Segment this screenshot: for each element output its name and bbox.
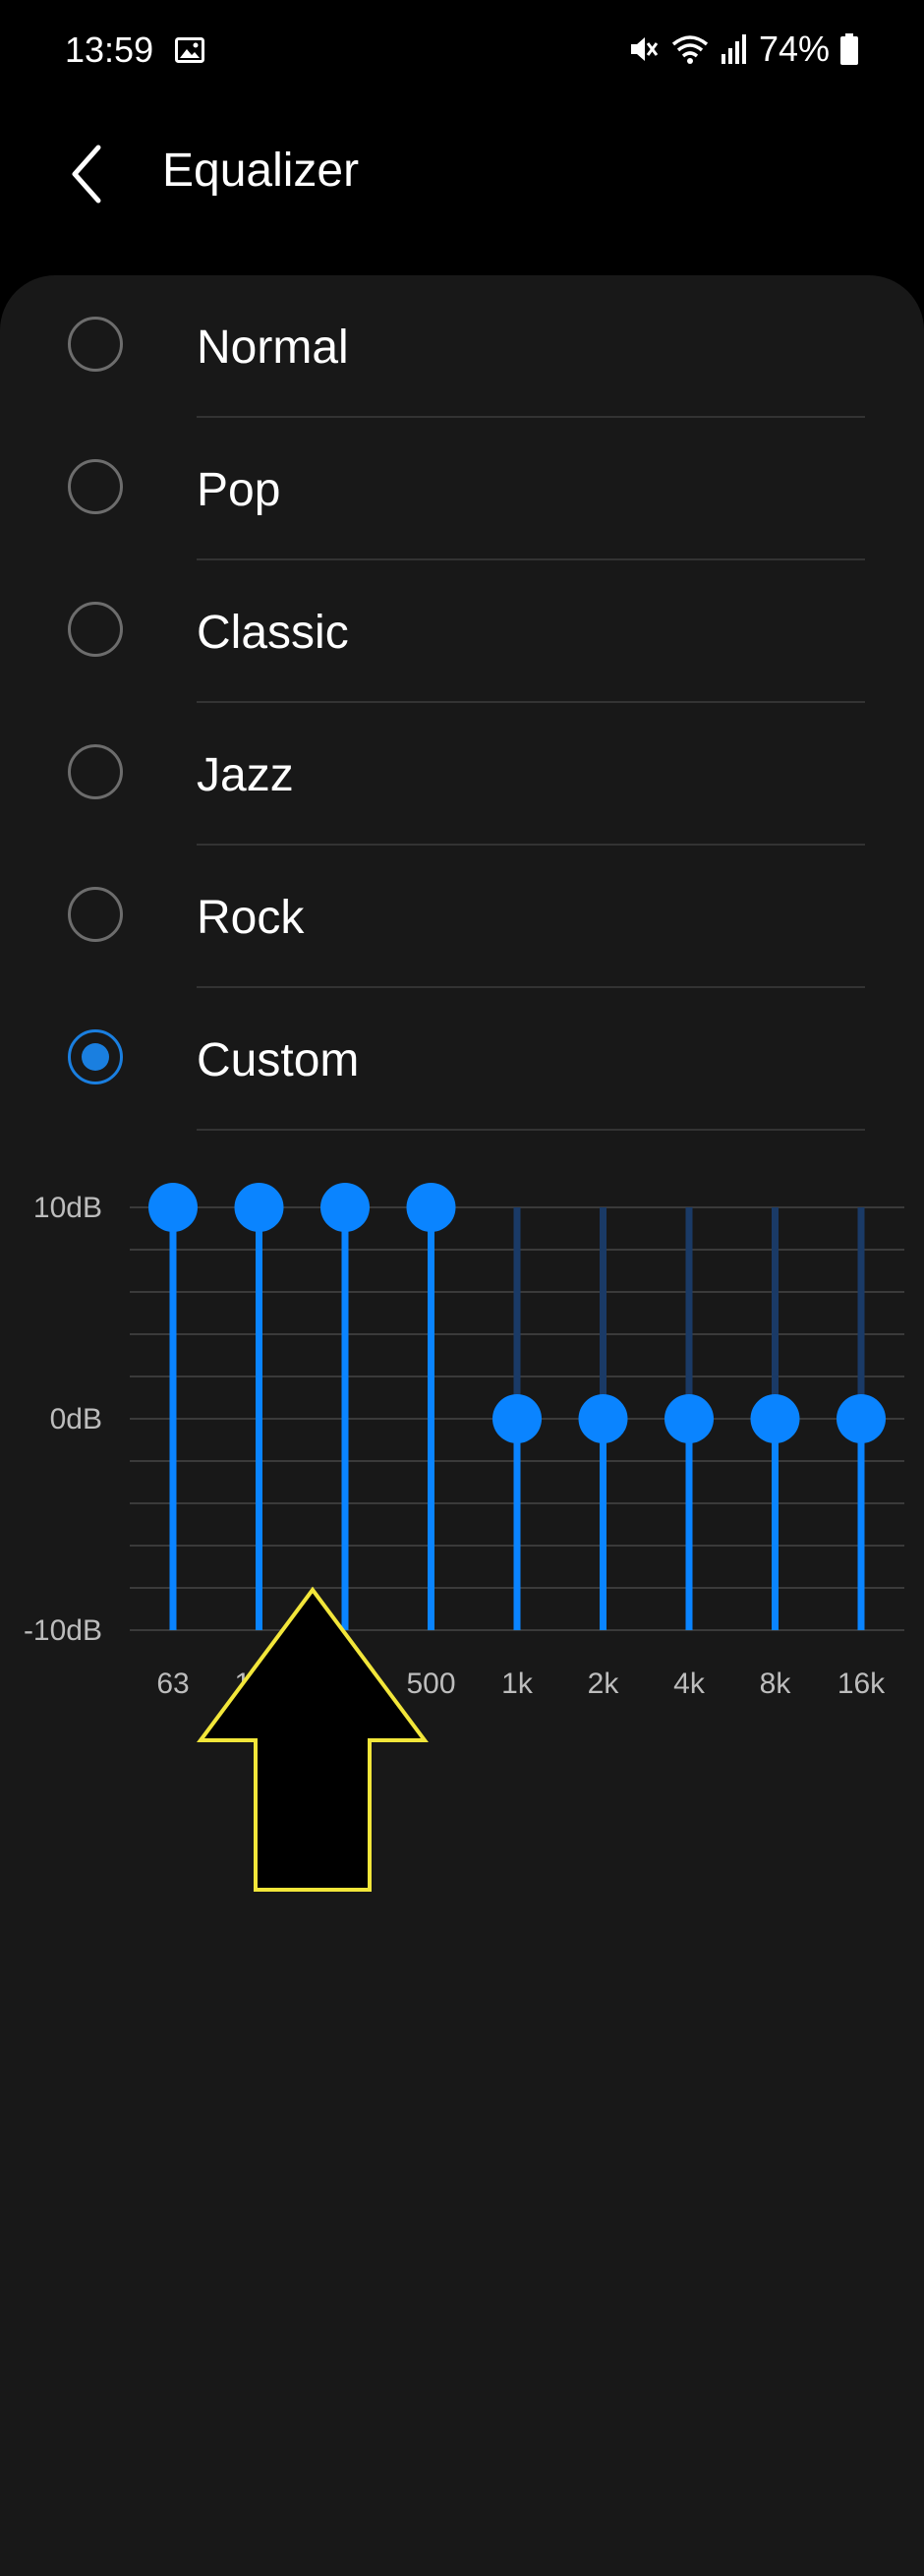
up-arrow-icon bbox=[197, 1586, 429, 1892]
annotation-arrow bbox=[197, 1586, 429, 1892]
